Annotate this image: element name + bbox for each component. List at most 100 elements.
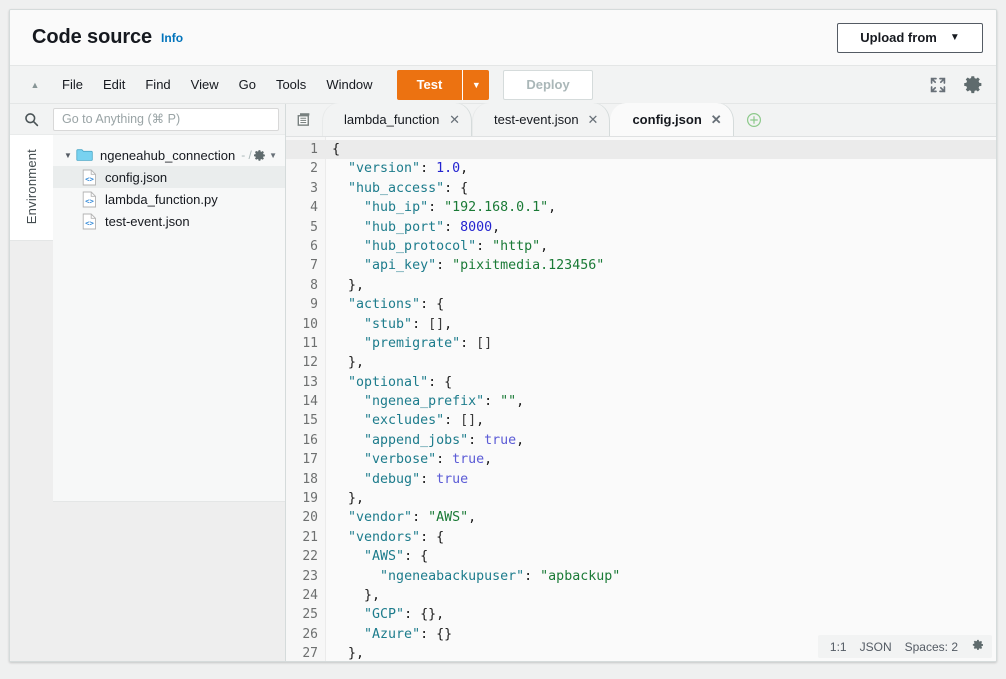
code-line[interactable]: "optional": { [326, 373, 996, 392]
chevron-up-icon[interactable]: ▲ [26, 80, 44, 90]
code-line[interactable]: "vendor": "AWS", [326, 508, 996, 527]
code-token [332, 336, 364, 351]
gear-icon[interactable] [971, 638, 985, 655]
code-line[interactable]: "excludes": [], [326, 411, 996, 430]
close-icon[interactable]: ✕ [449, 113, 460, 126]
tree-row-root[interactable]: ▼ ngeneahub_connection - / ▼ [53, 144, 285, 166]
code-line[interactable]: "actions": { [326, 295, 996, 314]
triangle-down-icon[interactable]: ▼ [61, 151, 75, 160]
plus-circle-icon[interactable] [746, 103, 762, 136]
code-line[interactable]: "vendors": { [326, 528, 996, 547]
menu-file[interactable]: File [52, 73, 93, 96]
code-token: }, [332, 355, 364, 370]
code-file-icon: <> [82, 213, 97, 230]
code-token [332, 413, 364, 428]
code-line[interactable]: "hub_ip": "192.168.0.1", [326, 198, 996, 217]
menu-tools[interactable]: Tools [266, 73, 316, 96]
code-line[interactable]: "ngeneabackupuser": "apbackup" [326, 567, 996, 586]
tab-lambda-function[interactable]: lambda_function. ✕ [322, 103, 472, 136]
code-line[interactable]: }, [326, 353, 996, 372]
cursor-position[interactable]: 1:1 [830, 640, 847, 654]
panel-list-icon[interactable] [286, 103, 322, 136]
chevron-down-icon: ▼ [950, 33, 960, 43]
line-number: 1 [286, 140, 325, 159]
code-line[interactable]: "debug": true [326, 470, 996, 489]
code-file-icon: <> [82, 191, 97, 208]
code-line[interactable]: "api_key": "pixitmedia.123456" [326, 256, 996, 275]
code-line[interactable]: "append_jobs": true, [326, 431, 996, 450]
tab-label: config.json [632, 112, 701, 127]
code-line[interactable]: "hub_port": 8000, [326, 218, 996, 237]
upload-from-button[interactable]: Upload from ▼ [837, 23, 983, 53]
code-line[interactable]: "hub_protocol": "http", [326, 237, 996, 256]
close-icon[interactable]: ✕ [711, 113, 722, 126]
tree-item-test-event-json[interactable]: <> test-event.json [53, 210, 285, 232]
code-token [332, 452, 364, 467]
language-mode[interactable]: JSON [860, 640, 892, 654]
line-number: 27 [286, 644, 325, 661]
menu-go[interactable]: Go [229, 73, 266, 96]
tab-test-event-json[interactable]: test-event.json ✕ [472, 103, 610, 136]
tree-item-label: lambda_function.py [105, 192, 218, 207]
code-line[interactable]: "ngenea_prefix": "", [326, 392, 996, 411]
indent-setting[interactable]: Spaces: 2 [905, 640, 958, 654]
tab-config-json[interactable]: config.json ✕ [610, 103, 733, 136]
code-line[interactable]: "AWS": { [326, 547, 996, 566]
left-rail: Environment [10, 104, 53, 661]
code-token [332, 530, 348, 545]
code-token [332, 569, 380, 584]
line-number: 4 [286, 198, 325, 217]
tree-settings-button[interactable]: ▼ [252, 148, 277, 163]
editor-scrollbar[interactable] [991, 137, 996, 661]
tree-root-label: ngeneahub_connection [100, 148, 235, 163]
code-token: : { [404, 549, 428, 564]
code-token: : [428, 200, 444, 215]
close-icon[interactable]: ✕ [588, 113, 599, 126]
code-token [332, 181, 348, 196]
tree-root-path: - / [241, 148, 252, 162]
chevron-down-icon: ▼ [269, 151, 277, 160]
code-line[interactable]: "hub_access": { [326, 179, 996, 198]
svg-text:<>: <> [85, 174, 94, 183]
menu-edit[interactable]: Edit [93, 73, 135, 96]
menu-find[interactable]: Find [135, 73, 180, 96]
code-token: , [492, 220, 500, 235]
code-line[interactable]: }, [326, 489, 996, 508]
code-token: [] [476, 336, 492, 351]
rail-tab-environment[interactable]: Environment [10, 135, 53, 240]
code-token: "http" [492, 239, 540, 254]
code-line[interactable]: }, [326, 276, 996, 295]
code-line[interactable]: "premigrate": [] [326, 334, 996, 353]
goto-anything-bar [53, 104, 285, 135]
menu-view[interactable]: View [181, 73, 229, 96]
code-line[interactable]: "verbose": true, [326, 450, 996, 469]
code-line[interactable]: { [326, 140, 996, 159]
goto-anything-input[interactable] [53, 108, 279, 131]
info-link[interactable]: Info [161, 31, 183, 45]
test-button[interactable]: Test [397, 70, 463, 100]
test-dropdown-button[interactable]: ▼ [462, 70, 489, 100]
fullscreen-icon[interactable] [926, 73, 950, 97]
code-line[interactable]: "version": 1.0, [326, 159, 996, 178]
rail-search-button[interactable] [10, 104, 53, 135]
line-number: 9 [286, 295, 325, 314]
gear-icon[interactable] [961, 73, 985, 97]
line-number: 14 [286, 392, 325, 411]
code-line[interactable]: }, [326, 586, 996, 605]
code-token: : { [444, 181, 468, 196]
code-content[interactable]: { "version": 1.0, "hub_access": { "hub_i… [326, 137, 996, 661]
menu-window[interactable]: Window [316, 73, 382, 96]
svg-text:<>: <> [85, 218, 94, 227]
code-token: "append_jobs" [364, 433, 468, 448]
code-token: true [452, 452, 484, 467]
tree-item-config-json[interactable]: <> config.json [53, 166, 285, 188]
code-editor[interactable]: 1234567891011121314151617181920212223242… [286, 137, 996, 661]
tree-item-label: config.json [105, 170, 167, 185]
tree-item-lambda-function-py[interactable]: <> lambda_function.py [53, 188, 285, 210]
code-line[interactable]: "GCP": {}, [326, 605, 996, 624]
code-source-panel: Code source Info Upload from ▼ ▲ File Ed… [9, 9, 997, 662]
code-token: "AWS" [428, 510, 468, 525]
code-line[interactable]: "stub": [], [326, 315, 996, 334]
code-token [332, 200, 364, 215]
deploy-button[interactable]: Deploy [503, 70, 592, 100]
